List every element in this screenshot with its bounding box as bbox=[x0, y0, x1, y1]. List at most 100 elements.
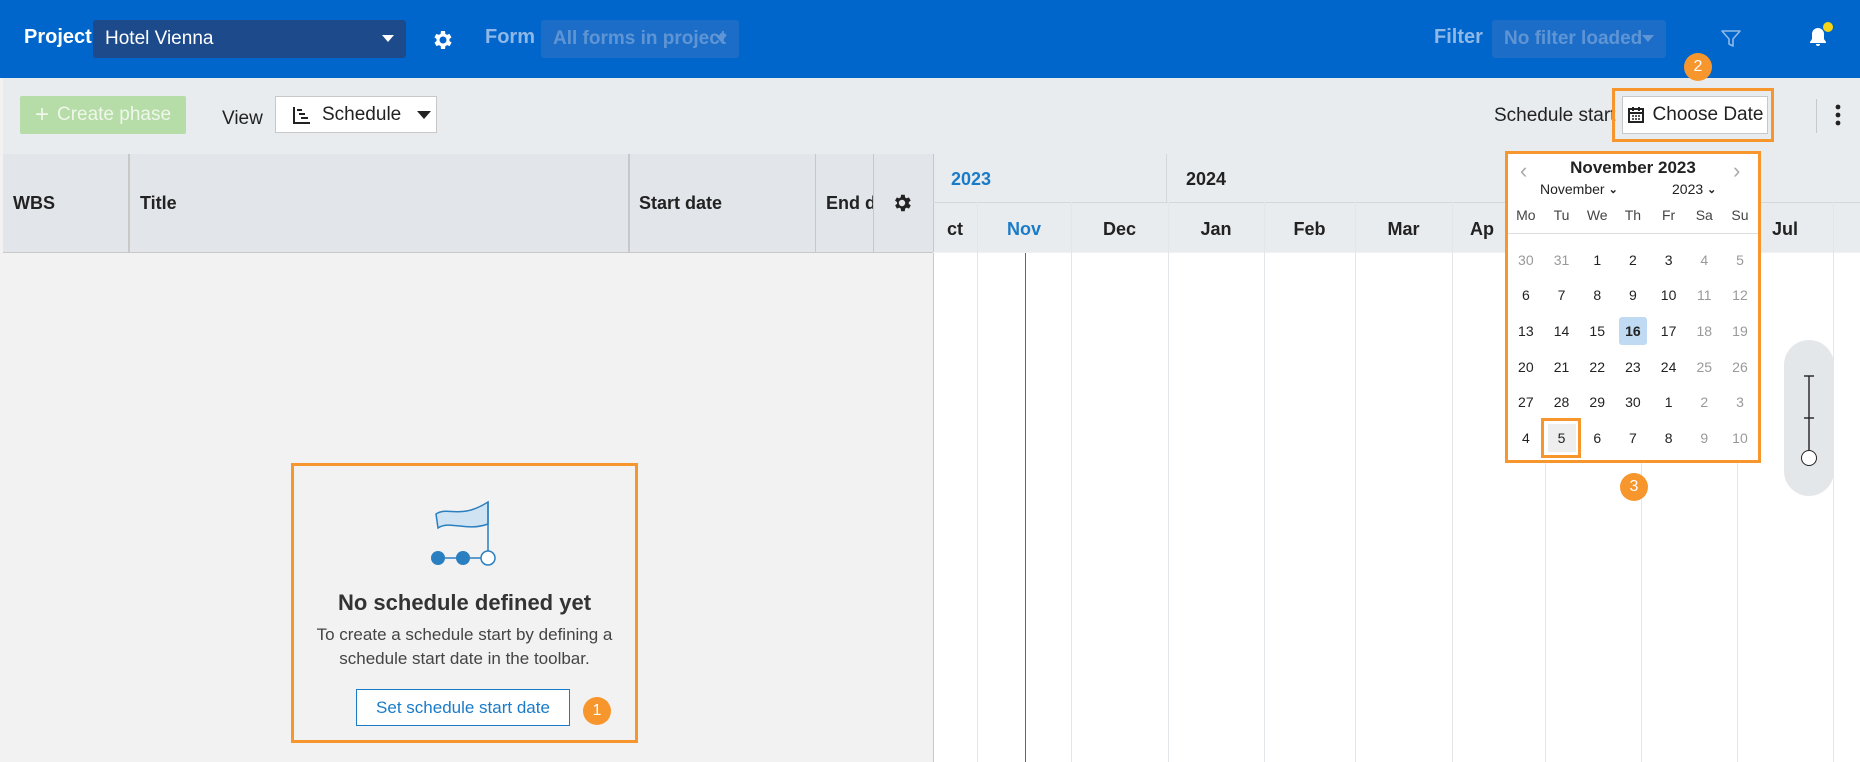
zoom-slider-handle[interactable] bbox=[1801, 450, 1817, 466]
timeline-month-apr: Ap bbox=[1470, 219, 1494, 239]
calendar-day[interactable]: 1 bbox=[1579, 242, 1615, 278]
filter-icon[interactable] bbox=[1720, 28, 1742, 50]
calendar-day-number: 9 bbox=[1629, 287, 1637, 304]
calendar-day[interactable]: 27 bbox=[1508, 384, 1544, 420]
calendar-day-number: 10 bbox=[1732, 429, 1748, 446]
calendar-day[interactable]: 31 bbox=[1544, 242, 1580, 278]
year-divider bbox=[1166, 154, 1167, 202]
calendar-day[interactable]: 21 bbox=[1544, 349, 1580, 385]
timeline-year-2023: 2023 bbox=[951, 169, 992, 189]
calendar-day[interactable]: 14 bbox=[1544, 313, 1580, 349]
timeline-month-jan: Jan bbox=[1200, 219, 1232, 239]
calendar-day-number: 2 bbox=[1700, 394, 1709, 411]
calendar-day[interactable]: 30 bbox=[1615, 384, 1651, 420]
calendar-day-number: 15 bbox=[1589, 322, 1605, 339]
calendar-day[interactable]: 3 bbox=[1722, 384, 1758, 420]
calendar-day[interactable]: 8 bbox=[1651, 420, 1687, 456]
create-phase-button[interactable]: + Create phase bbox=[20, 96, 186, 134]
filter-select[interactable]: No filter loaded bbox=[1492, 20, 1666, 58]
calendar-day-number: 24 bbox=[1660, 358, 1677, 375]
calendar-day[interactable]: 4 bbox=[1686, 242, 1722, 278]
calendar-day[interactable]: 19 bbox=[1722, 313, 1758, 349]
calendar-day[interactable]: 5 bbox=[1722, 242, 1758, 278]
calendar-day-number: 14 bbox=[1553, 322, 1570, 339]
calendar-day[interactable]: 4 bbox=[1508, 420, 1544, 456]
calendar-day[interactable]: 3 bbox=[1651, 242, 1687, 278]
calendar-day[interactable]: 30 bbox=[1508, 242, 1544, 278]
column-header-end-date[interactable]: End da bbox=[816, 154, 874, 252]
more-options-icon[interactable] bbox=[1816, 96, 1860, 134]
calendar-day[interactable]: 7 bbox=[1615, 420, 1651, 456]
choose-date-button[interactable]: Choose Date bbox=[1622, 96, 1768, 134]
calendar-day[interactable]: 6 bbox=[1579, 420, 1615, 456]
calendar-day[interactable]: 8 bbox=[1579, 278, 1615, 314]
calendar-day-number: 10 bbox=[1660, 287, 1677, 304]
column-header-title[interactable]: Title bbox=[129, 154, 629, 252]
calendar-day[interactable]: 18 bbox=[1686, 313, 1722, 349]
calendar-day[interactable]: 11 bbox=[1686, 278, 1722, 314]
set-schedule-start-date-button[interactable]: Set schedule start date bbox=[356, 689, 570, 726]
timeline-month-mar: Mar bbox=[1387, 219, 1420, 239]
zoom-slider-track bbox=[1804, 375, 1814, 452]
calendar-day-number: 11 bbox=[1697, 287, 1712, 304]
calendar-day[interactable]: 2 bbox=[1615, 242, 1651, 278]
calendar-icon bbox=[1627, 107, 1644, 123]
column-settings-gear-icon[interactable] bbox=[891, 192, 913, 214]
gridline bbox=[977, 202, 978, 762]
zoom-slider[interactable] bbox=[1784, 340, 1834, 496]
calendar-day[interactable]: 22 bbox=[1579, 349, 1615, 385]
calendar-day-number: 18 bbox=[1696, 322, 1713, 339]
month-select[interactable]: November ⌄ bbox=[1540, 181, 1618, 197]
calendar-day[interactable]: 2 bbox=[1686, 384, 1722, 420]
calendar-day[interactable]: 7 bbox=[1544, 278, 1580, 314]
calendar-day[interactable]: 28 bbox=[1544, 384, 1580, 420]
filter-select-value: No filter loaded bbox=[1504, 28, 1643, 49]
calendar-day[interactable]: 23 bbox=[1615, 349, 1651, 385]
timeline-month-feb: Feb bbox=[1293, 219, 1326, 239]
choose-date-label: Choose Date bbox=[1652, 104, 1764, 125]
calendar-day[interactable]: 10 bbox=[1651, 278, 1687, 314]
form-select[interactable]: All forms in project bbox=[541, 20, 739, 58]
chevron-down-icon: ⌄ bbox=[1707, 183, 1717, 196]
caret-down-icon bbox=[417, 110, 432, 119]
calendar-day-number: 8 bbox=[1593, 287, 1602, 304]
calendar-day[interactable]: 1 bbox=[1651, 384, 1687, 420]
calendar-day[interactable]: 10 bbox=[1722, 420, 1758, 456]
calendar-day[interactable]: 25 bbox=[1686, 349, 1722, 385]
calendar-day[interactable]: 6 bbox=[1508, 278, 1544, 314]
chevron-down-icon: ⌄ bbox=[1608, 183, 1618, 196]
next-month-icon[interactable]: › bbox=[1733, 158, 1740, 184]
calendar-day-number: 30 bbox=[1518, 251, 1534, 268]
project-select[interactable]: Hotel Vienna bbox=[93, 20, 406, 58]
calendar-day-number: 7 bbox=[1629, 429, 1637, 446]
column-header-wbs[interactable]: WBS bbox=[3, 154, 129, 252]
calendar-day[interactable]: 9 bbox=[1686, 420, 1722, 456]
chevron-down-icon bbox=[1642, 35, 1654, 42]
calendar-day[interactable]: 13 bbox=[1508, 313, 1544, 349]
calendar-day[interactable]: 12 bbox=[1722, 278, 1758, 314]
calendar-day[interactable]: 20 bbox=[1508, 349, 1544, 385]
weekday-label: We bbox=[1586, 207, 1608, 223]
calendar-day-number: 30 bbox=[1625, 394, 1641, 411]
previous-month-icon[interactable]: ‹ bbox=[1520, 158, 1527, 184]
column-header-start-date[interactable]: Start date bbox=[629, 154, 816, 252]
gridline bbox=[1355, 202, 1356, 762]
schedule-start-label: Schedule start bbox=[1494, 105, 1616, 126]
view-select[interactable]: Schedule bbox=[275, 96, 437, 133]
calendar-day[interactable]: 29 bbox=[1579, 384, 1615, 420]
calendar-day-number: 22 bbox=[1589, 358, 1605, 375]
project-select-value: Hotel Vienna bbox=[105, 28, 214, 49]
calendar-day[interactable]: 15 bbox=[1579, 313, 1615, 349]
calendar-day[interactable]: 24 bbox=[1651, 349, 1687, 385]
year-select[interactable]: 2023 ⌄ bbox=[1672, 181, 1716, 197]
weekday-label: Tu bbox=[1553, 207, 1570, 223]
empty-state-description: To create a schedule start by defining a… bbox=[316, 625, 613, 668]
gear-icon[interactable] bbox=[430, 28, 454, 52]
calendar-day[interactable]: 17 bbox=[1651, 313, 1687, 349]
calendar-day[interactable]: 9 bbox=[1615, 278, 1651, 314]
weekday-label: Su bbox=[1731, 207, 1749, 223]
step-badge-3: 3 bbox=[1620, 473, 1648, 501]
calendar-day-number: 4 bbox=[1521, 429, 1530, 446]
calendar-day-today[interactable]: 16 bbox=[1615, 313, 1651, 349]
calendar-day[interactable]: 26 bbox=[1722, 349, 1758, 385]
